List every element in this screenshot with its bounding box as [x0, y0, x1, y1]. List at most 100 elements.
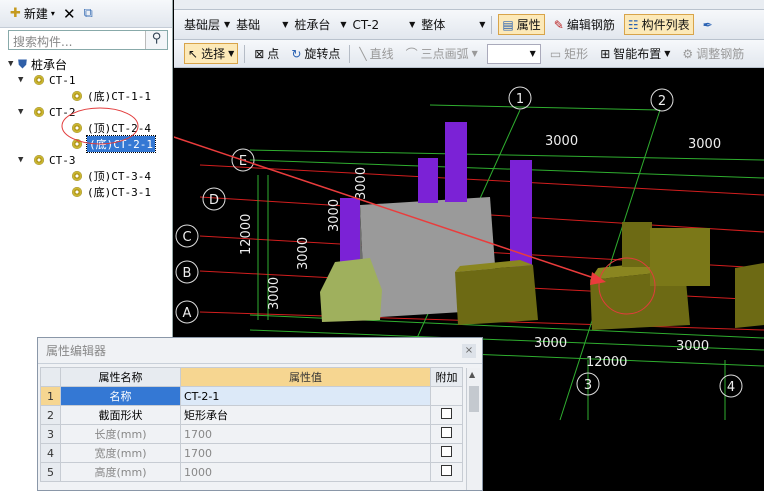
- gear-icon: [34, 75, 44, 85]
- chevron-down-icon[interactable]: ▼: [18, 107, 34, 117]
- line-icon: ╲: [359, 46, 367, 61]
- column: [445, 122, 467, 202]
- layout-icon: ⊞: [600, 46, 611, 61]
- point-button[interactable]: ⊠ 点: [251, 44, 282, 63]
- layer-toolbar: 基础层 ▼ 基础 ▼ 桩承台 ▼ CT-2 ▼ 整体 ▼ ▤ 属性 ✎ 编辑钢筋 ☷ 构件列表 …: [174, 10, 764, 40]
- tree-root[interactable]: ▼ ⛊ 桩承台: [8, 56, 67, 72]
- chevron-down-icon: ▼: [340, 20, 347, 29]
- extra-checkbox[interactable]: [441, 427, 452, 438]
- col-name-header: 属性名称: [60, 367, 181, 387]
- table-row[interactable]: 3 长度(mm) 1700: [40, 424, 463, 444]
- annotation-ellipse: [61, 107, 139, 145]
- close-icon: ✕: [62, 4, 76, 23]
- property-table: 属性名称 属性值 附加 1 名称 CT-2-1 2 截面形状 矩形承台 3 长度…: [40, 367, 463, 482]
- rotate-icon: ↻: [291, 46, 302, 61]
- col-value-header: 属性值: [180, 367, 431, 387]
- component-select[interactable]: CT-2 ▼: [353, 18, 416, 32]
- rebar-icon: ✎: [553, 17, 564, 32]
- type-select[interactable]: 桩承台 ▼: [294, 16, 346, 33]
- chevron-down-icon[interactable]: ▼: [18, 155, 34, 165]
- close-icon[interactable]: ×: [462, 344, 476, 358]
- arc-button[interactable]: ⌒ 三点画弧 ▼: [403, 44, 481, 63]
- axis-label: D: [209, 193, 219, 208]
- extra-checkbox[interactable]: [441, 408, 452, 419]
- col-extra-header: 附加: [430, 367, 463, 387]
- pile-cap: [735, 263, 764, 328]
- component-toolbar: ✚ 新建 ▾ ✕ ⧉: [0, 0, 172, 28]
- pen-icon: ✒: [702, 17, 713, 32]
- select-button[interactable]: ↖ 选择 ▼: [184, 43, 239, 64]
- new-button[interactable]: ✚ 新建 ▾: [10, 5, 55, 22]
- tree-item-ct-3-4[interactable]: (顶)CT-3-4: [72, 168, 151, 184]
- line-button[interactable]: ╲ 直线: [356, 44, 396, 63]
- scope-select[interactable]: 整体 ▼: [421, 16, 485, 33]
- axis-label: C: [182, 230, 191, 245]
- dimension-label: 3000: [354, 167, 369, 200]
- dimension-label: 12000: [239, 214, 254, 255]
- axis-label: 2: [658, 94, 666, 109]
- column: [340, 198, 360, 268]
- list-icon: ☷: [627, 17, 639, 32]
- floor-select[interactable]: 基础层 ▼: [184, 16, 230, 33]
- table-row[interactable]: 5 高度(mm) 1000: [40, 462, 463, 482]
- chevron-down-icon: ▼: [282, 20, 289, 29]
- edit-rebar-button[interactable]: ✎ 编辑钢筋: [551, 15, 618, 34]
- gear-icon: [72, 187, 82, 197]
- rectangle-button[interactable]: ▭ 矩形: [547, 44, 591, 63]
- axis-label: 1: [516, 92, 524, 107]
- search-input[interactable]: 搜索构件... ⚲: [8, 30, 168, 50]
- table-row[interactable]: 2 截面形状 矩形承台: [40, 405, 463, 425]
- dimension-label: 3000: [296, 237, 311, 270]
- axis-label: 4: [727, 380, 735, 395]
- copy-button[interactable]: ⧉: [84, 6, 93, 21]
- pile-cap-icon: ⛊: [18, 56, 28, 71]
- divider: [349, 44, 351, 63]
- pick-tool-button[interactable]: ✒: [700, 17, 716, 33]
- chevron-down-icon: ▼: [529, 49, 536, 58]
- scrollbar-thumb[interactable]: [469, 386, 479, 412]
- axis-label: 3: [584, 378, 592, 393]
- arc-option-select[interactable]: ▼: [486, 43, 541, 64]
- chevron-down-icon[interactable]: ▼: [18, 75, 34, 85]
- dimension-label: 12000: [586, 355, 627, 370]
- tree-item-ct-3[interactable]: ▼ CT-3: [18, 152, 76, 168]
- dimension-label: 3000: [534, 336, 567, 351]
- gear-icon: [72, 171, 82, 181]
- dimension-label: 3000: [676, 339, 709, 354]
- chevron-down-icon: ▼: [479, 20, 486, 29]
- divider: [491, 15, 493, 34]
- rotate-point-button[interactable]: ↻ 旋转点: [288, 44, 343, 63]
- search-icon[interactable]: ⚲: [145, 31, 167, 49]
- scrollbar[interactable]: ▲: [466, 368, 480, 490]
- chevron-down-icon: ▼: [409, 20, 416, 29]
- adjust-rebar-button[interactable]: ⚙ 调整钢筋: [679, 44, 747, 63]
- row-header: [40, 367, 61, 387]
- axis-label: A: [183, 306, 192, 321]
- extra-checkbox[interactable]: [441, 446, 452, 457]
- properties-button[interactable]: ▤ 属性: [498, 14, 545, 35]
- chevron-up-icon[interactable]: ▲: [469, 370, 475, 379]
- table-row[interactable]: 4 宽度(mm) 1700: [40, 443, 463, 463]
- component-list-button[interactable]: ☷ 构件列表: [623, 14, 694, 35]
- gear-icon: [72, 91, 82, 101]
- cursor-icon: ↖: [188, 46, 199, 61]
- dimension-label: 3000: [688, 137, 721, 152]
- new-icon: ✚: [10, 6, 21, 21]
- extra-checkbox[interactable]: [441, 465, 452, 476]
- property-editor-title: 属性编辑器 ×: [38, 338, 482, 364]
- smart-layout-button[interactable]: ⊞ 智能布置 ▼: [597, 44, 673, 63]
- draw-toolbar: ↖ 选择 ▼ ⊠ 点 ↻ 旋转点 ╲ 直线 ⌒ 三点画弧 ▼ ▼ ▭ 矩形 ⊞ 智能布置 ▼ ⚙ 调整…: [174, 40, 764, 68]
- menu-strip-clipped: [174, 0, 764, 10]
- chevron-down-icon[interactable]: ▼: [8, 59, 18, 69]
- category-select[interactable]: 基础 ▼: [236, 16, 288, 33]
- delete-button[interactable]: ✕: [63, 5, 76, 23]
- arc-icon: ⌒: [405, 47, 418, 61]
- point-icon: ⊠: [254, 46, 265, 61]
- column: [418, 158, 438, 203]
- tree-item-ct-3-1[interactable]: (底)CT-3-1: [72, 184, 151, 200]
- table-row[interactable]: 1 名称 CT-2-1: [40, 386, 463, 406]
- gear-icon: [34, 107, 44, 117]
- name-value-field[interactable]: CT-2-1: [180, 386, 431, 406]
- tree-item-ct-1[interactable]: ▼ CT-1: [18, 72, 76, 88]
- axis-label: B: [183, 266, 192, 281]
